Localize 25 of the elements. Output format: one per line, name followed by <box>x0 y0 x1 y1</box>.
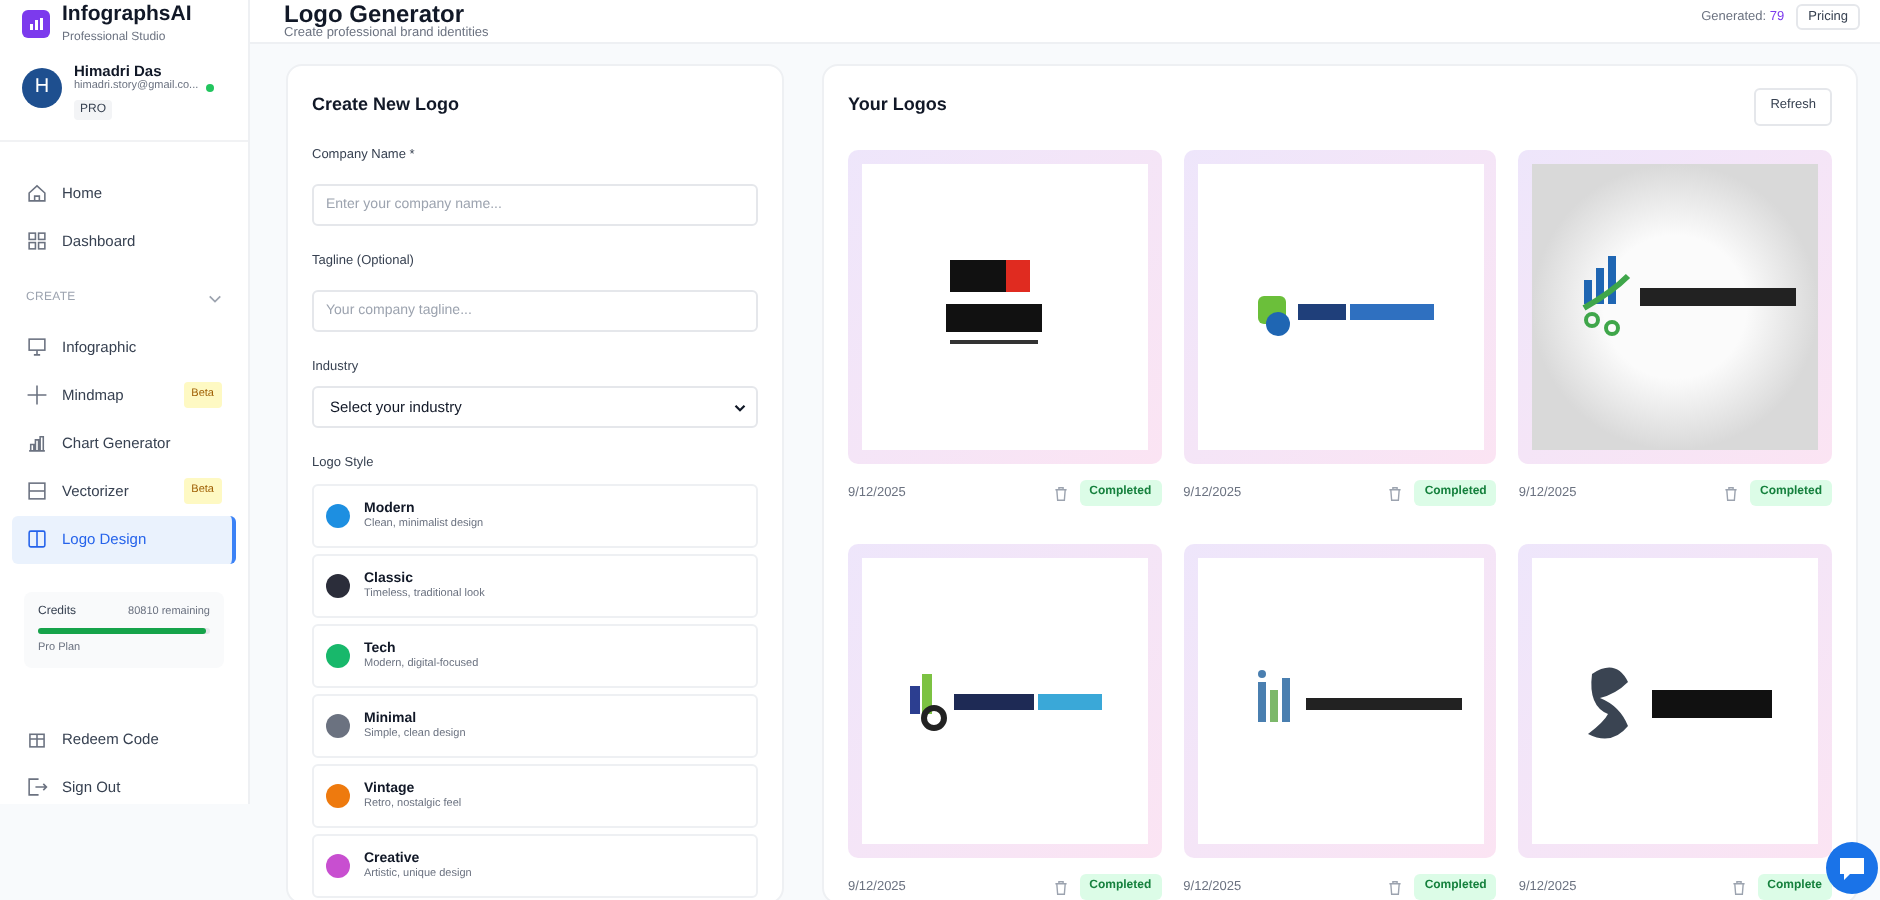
nav-icon <box>26 432 48 454</box>
trash-icon[interactable] <box>1053 485 1068 501</box>
trash-icon[interactable] <box>1388 879 1403 895</box>
user-avatar: H <box>22 67 62 107</box>
nav-icon <box>26 728 48 751</box>
trash-icon[interactable] <box>1723 485 1738 501</box>
form-title: Create New Logo <box>312 91 462 118</box>
trash-icon[interactable] <box>1053 879 1068 895</box>
nav-icon <box>26 384 48 406</box>
nav-icon <box>26 776 48 799</box>
brand-logo-icon <box>22 9 50 38</box>
nav-icon <box>26 336 48 358</box>
chat-icon <box>1838 855 1866 881</box>
section-title: Your Logos <box>848 92 947 119</box>
nav-icon <box>26 480 48 502</box>
page-title: Logo Generator <box>284 2 465 26</box>
trash-icon[interactable] <box>1731 879 1746 895</box>
nav-icon <box>26 230 48 252</box>
chat-button[interactable] <box>1826 842 1878 894</box>
brand-name: InfographsAI <box>62 4 192 25</box>
nav-icon <box>26 528 48 550</box>
nav-icon <box>26 182 48 204</box>
trash-icon[interactable] <box>1388 485 1403 501</box>
caret-icon <box>734 401 746 414</box>
chevron-icon[interactable] <box>208 292 222 306</box>
